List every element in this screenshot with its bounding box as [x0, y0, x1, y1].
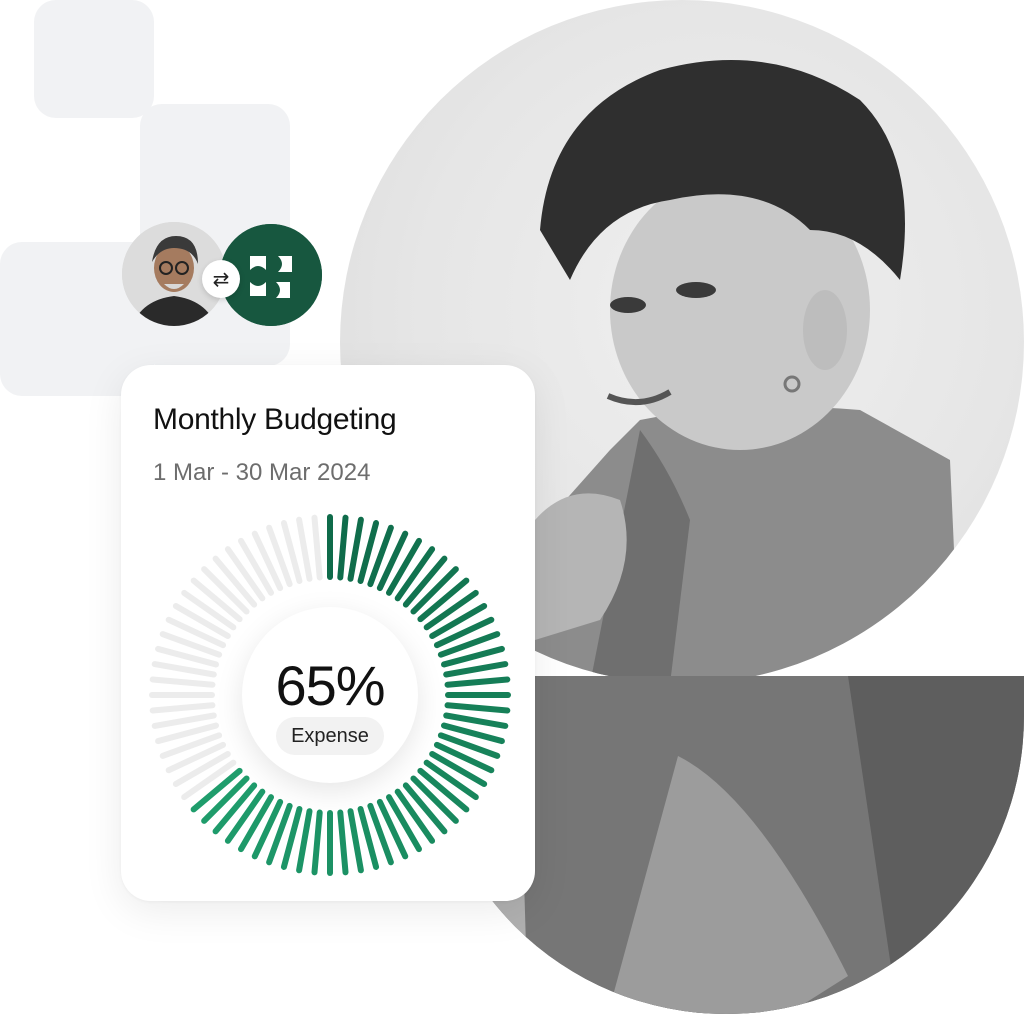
date-range: 1 Mar - 30 Mar 2024: [153, 459, 371, 486]
gauge-segment-filled: [296, 808, 313, 874]
account-link: ⇄: [122, 222, 332, 334]
gauge-category-badge: Expense: [276, 717, 384, 755]
swap-arrows-icon: ⇄: [202, 260, 240, 298]
decorative-square: [34, 0, 154, 118]
gauge-segment-empty: [296, 516, 313, 582]
budget-card: Monthly Budgeting 1 Mar - 30 Mar 2024 65…: [121, 365, 535, 901]
gauge-segment-filled: [311, 809, 323, 876]
gauge-segment-filled: [337, 809, 349, 876]
gauge-segment-filled: [337, 514, 349, 581]
expense-gauge: 65% Expense: [140, 505, 520, 885]
gauge-segment-empty: [311, 514, 323, 581]
gauge-percent: 65%: [275, 654, 385, 717]
card-title: Monthly Budgeting: [153, 403, 397, 436]
gauge-segment-filled: [347, 808, 364, 874]
gauge-segment-filled: [347, 516, 364, 582]
